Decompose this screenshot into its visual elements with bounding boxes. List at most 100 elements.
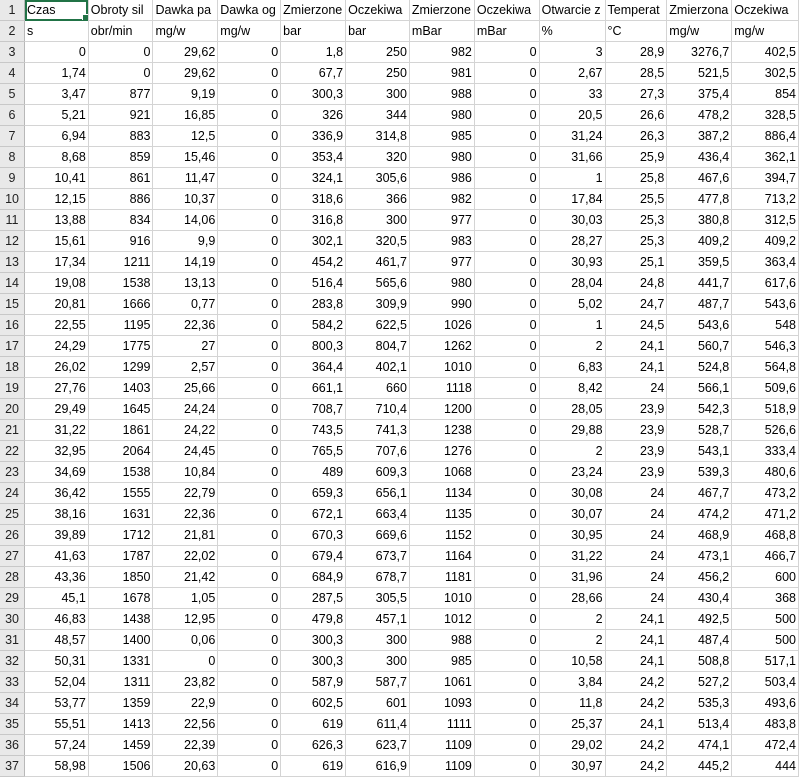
data-cell[interactable]: 6,94 — [24, 125, 89, 148]
data-cell[interactable]: 0 — [217, 314, 282, 337]
data-cell[interactable]: 0 — [474, 503, 540, 526]
row-header[interactable]: 17 — [0, 335, 26, 358]
data-cell[interactable]: 834 — [88, 209, 154, 232]
data-cell[interactable]: 0 — [474, 692, 540, 715]
data-cell[interactable]: 516,4 — [280, 272, 347, 295]
data-cell[interactable]: 55,51 — [24, 713, 89, 736]
data-cell[interactable]: 1195 — [88, 314, 154, 337]
data-cell[interactable]: 0 — [474, 188, 540, 211]
data-cell[interactable]: 24 — [605, 503, 668, 526]
data-cell[interactable]: 326 — [280, 104, 347, 127]
data-cell[interactable]: 986 — [409, 167, 475, 190]
data-cell[interactable]: 2 — [539, 440, 606, 463]
data-cell[interactable]: 26,3 — [605, 125, 668, 148]
data-cell[interactable]: 0 — [474, 713, 540, 736]
data-cell[interactable]: 1712 — [88, 524, 154, 547]
data-cell[interactable]: 13,88 — [24, 209, 89, 232]
data-cell[interactable]: 0 — [474, 62, 540, 85]
data-cell[interactable]: 454,2 — [280, 251, 347, 274]
data-cell[interactable]: 661,1 — [280, 377, 347, 400]
data-cell[interactable]: 316,8 — [280, 209, 347, 232]
data-cell[interactable]: 0 — [217, 755, 282, 777]
data-cell[interactable]: 539,3 — [666, 461, 733, 484]
data-cell[interactable]: 1262 — [409, 335, 475, 358]
data-cell[interactable]: 250 — [345, 62, 410, 85]
unit-cell[interactable]: mg/w — [666, 20, 733, 43]
data-cell[interactable]: 300 — [345, 650, 410, 673]
data-cell[interactable]: 24 — [605, 482, 668, 505]
data-cell[interactable]: 0 — [217, 503, 282, 526]
data-cell[interactable]: 980 — [409, 104, 475, 127]
data-cell[interactable]: 23,9 — [605, 461, 668, 484]
data-cell[interactable]: 0 — [217, 104, 282, 127]
data-cell[interactable]: 20,63 — [152, 755, 219, 777]
row-header[interactable]: 11 — [0, 209, 26, 232]
data-cell[interactable]: 24 — [605, 545, 668, 568]
data-cell[interactable]: 461,7 — [345, 251, 410, 274]
data-cell[interactable]: 58,98 — [24, 755, 89, 777]
data-cell[interactable]: 542,3 — [666, 398, 733, 421]
data-cell[interactable]: 28,66 — [539, 587, 606, 610]
data-cell[interactable]: 1152 — [409, 524, 475, 547]
data-cell[interactable]: 1111 — [409, 713, 475, 736]
data-cell[interactable]: 300,3 — [280, 83, 347, 106]
data-cell[interactable]: 22,56 — [152, 713, 219, 736]
row-header[interactable]: 21 — [0, 419, 26, 442]
data-cell[interactable]: 1506 — [88, 755, 154, 777]
data-cell[interactable]: 8,42 — [539, 377, 606, 400]
data-cell[interactable]: 1850 — [88, 566, 154, 589]
data-cell[interactable]: 473,2 — [731, 482, 799, 505]
data-cell[interactable]: 27,76 — [24, 377, 89, 400]
data-cell[interactable]: 23,82 — [152, 671, 219, 694]
data-cell[interactable]: 1,05 — [152, 587, 219, 610]
data-cell[interactable]: 479,8 — [280, 608, 347, 631]
data-cell[interactable]: 600 — [731, 566, 799, 589]
data-cell[interactable]: 877 — [88, 83, 154, 106]
data-cell[interactable]: 24,2 — [605, 692, 668, 715]
data-cell[interactable]: 0 — [474, 293, 540, 316]
data-cell[interactable]: 741,3 — [345, 419, 410, 442]
data-cell[interactable]: 0 — [88, 62, 154, 85]
header-cell[interactable]: Obroty sil — [88, 0, 154, 22]
data-cell[interactable]: 22,39 — [152, 734, 219, 757]
data-cell[interactable]: 24,7 — [605, 293, 668, 316]
data-cell[interactable]: 25,8 — [605, 167, 668, 190]
data-cell[interactable]: 436,4 — [666, 146, 733, 169]
data-cell[interactable]: 363,4 — [731, 251, 799, 274]
data-cell[interactable]: 8,68 — [24, 146, 89, 169]
data-cell[interactable]: 0 — [474, 41, 540, 64]
data-cell[interactable]: 804,7 — [345, 335, 410, 358]
data-cell[interactable]: 0 — [217, 629, 282, 652]
data-cell[interactable]: 602,5 — [280, 692, 347, 715]
row-header[interactable]: 29 — [0, 587, 26, 610]
data-cell[interactable]: 0 — [217, 419, 282, 442]
data-cell[interactable]: 28,04 — [539, 272, 606, 295]
data-cell[interactable]: 0 — [217, 692, 282, 715]
data-cell[interactable]: 0 — [217, 335, 282, 358]
data-cell[interactable]: 0 — [24, 41, 89, 64]
data-cell[interactable]: 387,2 — [666, 125, 733, 148]
header-cell[interactable]: Oczekiwa — [345, 0, 410, 22]
data-cell[interactable]: 17,34 — [24, 251, 89, 274]
data-cell[interactable]: 30,93 — [539, 251, 606, 274]
data-cell[interactable]: 564,8 — [731, 356, 799, 379]
data-cell[interactable]: 487,4 — [666, 629, 733, 652]
data-cell[interactable]: 983 — [409, 230, 475, 253]
row-header[interactable]: 13 — [0, 251, 26, 274]
data-cell[interactable]: 0 — [217, 587, 282, 610]
data-cell[interactable]: 22,55 — [24, 314, 89, 337]
data-cell[interactable]: 6,83 — [539, 356, 606, 379]
data-cell[interactable]: 466,7 — [731, 545, 799, 568]
data-cell[interactable]: 1,8 — [280, 41, 347, 64]
data-cell[interactable]: 0 — [217, 167, 282, 190]
data-cell[interactable]: 988 — [409, 629, 475, 652]
data-cell[interactable]: 0 — [474, 671, 540, 694]
data-cell[interactable]: 0 — [217, 293, 282, 316]
data-cell[interactable]: 0 — [217, 209, 282, 232]
data-cell[interactable]: 366 — [345, 188, 410, 211]
data-cell[interactable]: 31,96 — [539, 566, 606, 589]
data-cell[interactable]: 24,45 — [152, 440, 219, 463]
data-cell[interactable]: 1164 — [409, 545, 475, 568]
data-cell[interactable]: 710,4 — [345, 398, 410, 421]
row-header[interactable]: 34 — [0, 692, 26, 715]
